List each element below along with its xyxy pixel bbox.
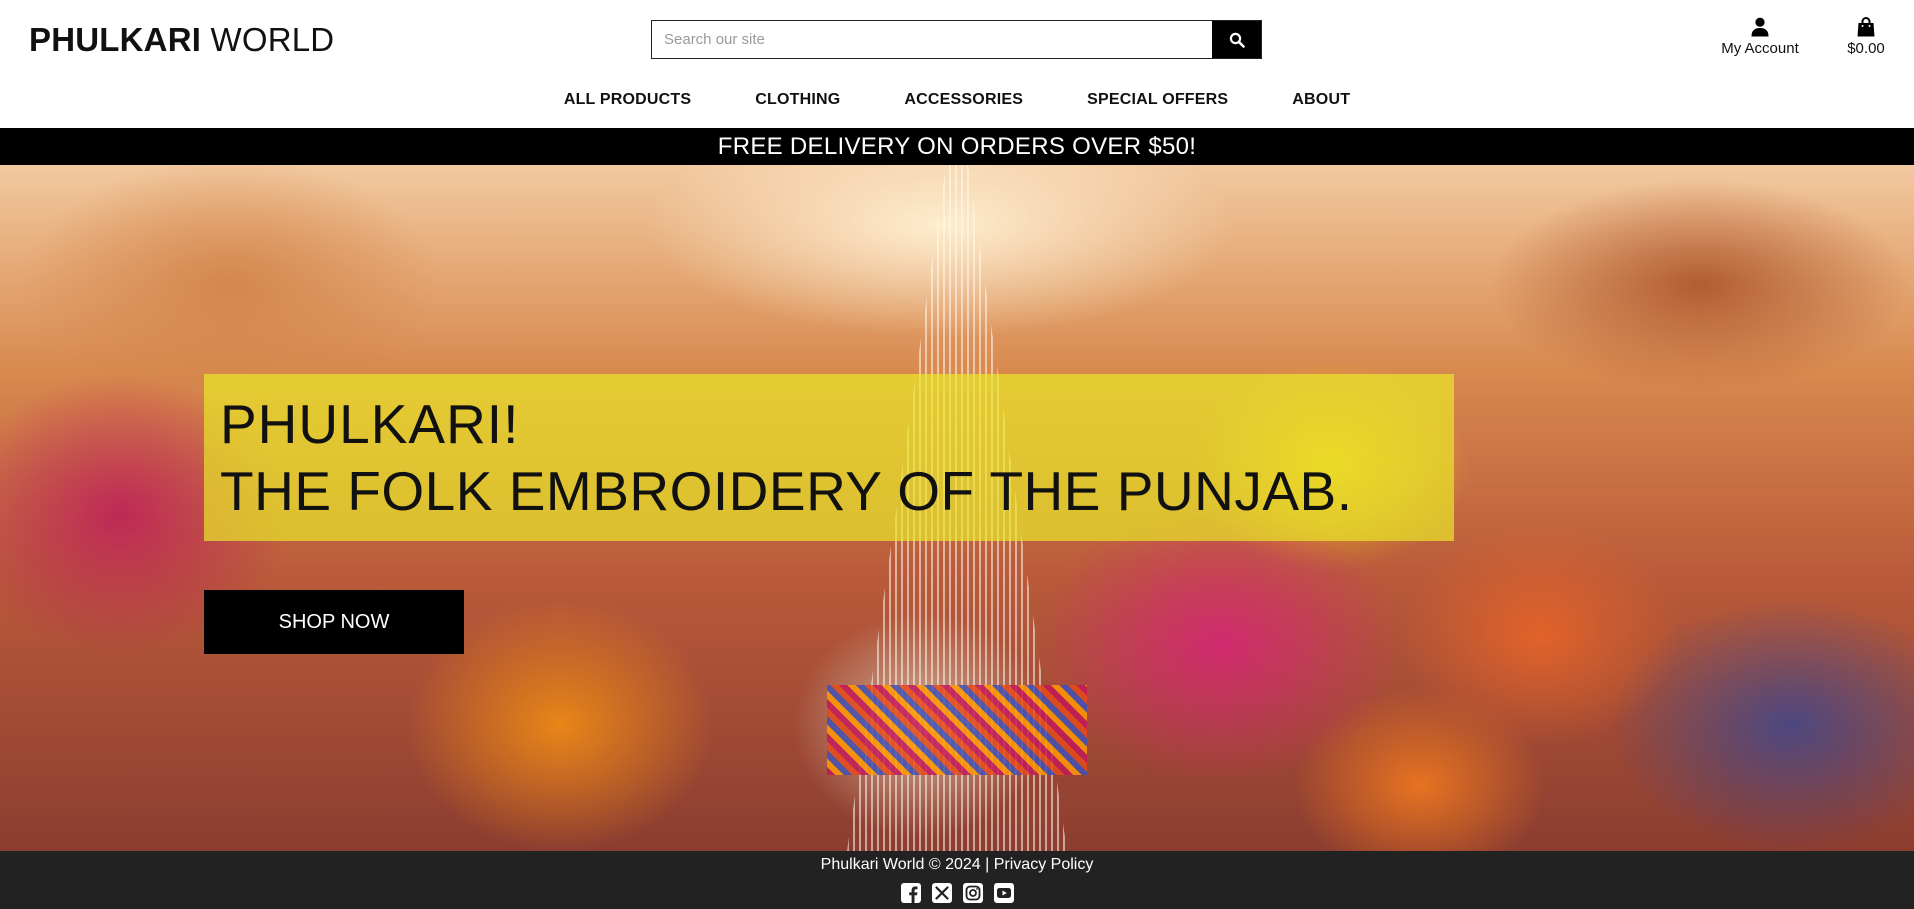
- search-form: [651, 20, 1262, 59]
- youtube-link[interactable]: [993, 882, 1015, 904]
- hero-text-panel: PHULKARI! THE FOLK EMBROIDERY OF THE PUN…: [204, 374, 1454, 541]
- shop-now-button[interactable]: SHOP NOW: [204, 590, 464, 654]
- x-icon: [931, 883, 952, 903]
- instagram-icon: [962, 883, 983, 903]
- search-button[interactable]: [1212, 21, 1261, 58]
- user-icon: [1751, 17, 1769, 37]
- hero-rug-pattern: [827, 685, 1087, 775]
- cart-total: $0.00: [1847, 40, 1885, 57]
- nav-item-clothing[interactable]: CLOTHING: [755, 88, 840, 112]
- hero-section: PHULKARI! THE FOLK EMBROIDERY OF THE PUN…: [0, 165, 1914, 851]
- my-account-label: My Account: [1721, 40, 1799, 57]
- search-input[interactable]: [652, 21, 1212, 58]
- cart-link[interactable]: $0.00: [1838, 16, 1894, 57]
- hero-subtitle: THE FOLK EMBROIDERY OF THE PUNJAB.: [220, 460, 1353, 522]
- search-icon: [1229, 32, 1245, 48]
- logo-light-text: WORLD: [210, 21, 335, 58]
- instagram-link[interactable]: [962, 882, 984, 904]
- x-twitter-link[interactable]: [931, 882, 953, 904]
- shopping-bag-icon: [1857, 17, 1875, 37]
- nav-item-all-products[interactable]: ALL PRODUCTS: [564, 88, 691, 112]
- site-logo[interactable]: PHULKARI WORLD: [29, 20, 334, 60]
- facebook-icon: [900, 883, 921, 903]
- youtube-icon: [993, 883, 1014, 903]
- copyright-text: Phulkari World © 2024 |: [820, 856, 990, 873]
- site-header: PHULKARI WORLD My Account: [0, 0, 1914, 128]
- nav-item-accessories[interactable]: ACCESSORIES: [904, 88, 1023, 112]
- my-account-link[interactable]: My Account: [1708, 16, 1812, 57]
- site-footer: Phulkari World © 2024 | Privacy Policy: [0, 851, 1914, 909]
- logo-bold-text: PHULKARI: [29, 21, 202, 58]
- privacy-policy-link[interactable]: Privacy Policy: [994, 856, 1094, 873]
- facebook-link[interactable]: [900, 882, 922, 904]
- delivery-banner: FREE DELIVERY ON ORDERS OVER $50!: [0, 128, 1914, 165]
- nav-item-special-offers[interactable]: SPECIAL OFFERS: [1087, 88, 1228, 112]
- nav-item-about[interactable]: ABOUT: [1292, 88, 1350, 112]
- main-nav: ALL PRODUCTS CLOTHING ACCESSORIES SPECIA…: [0, 88, 1914, 112]
- social-links: [0, 882, 1914, 904]
- footer-copyright: Phulkari World © 2024 | Privacy Policy: [0, 851, 1914, 877]
- hero-title: PHULKARI!: [220, 393, 520, 455]
